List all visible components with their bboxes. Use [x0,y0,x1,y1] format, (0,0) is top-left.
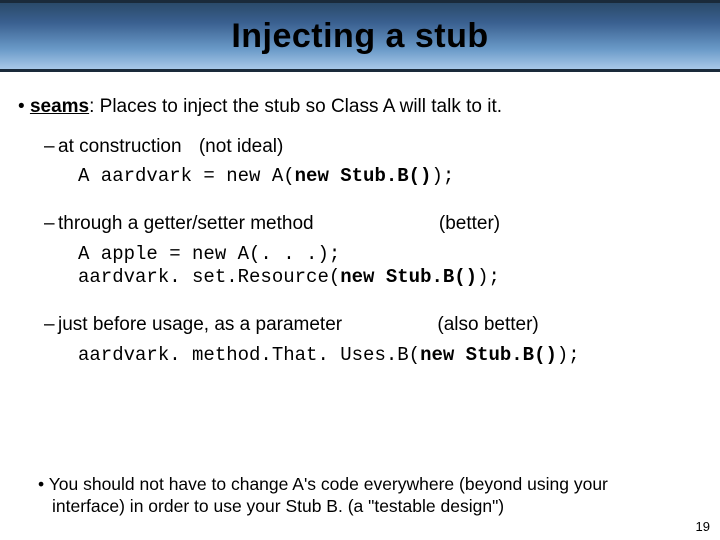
code-parameter: aardvark. method.That. Uses.B(new Stub.B… [78,344,702,368]
page-number: 19 [696,519,710,534]
footer-text: You should not have to change A's code e… [49,474,608,517]
title-bar: Injecting a stub [0,0,720,72]
slide-content: • seams: Places to inject the stub so Cl… [0,72,720,368]
item-setter-label: through a getter/setter method [58,213,314,234]
item-setter: –through a getter/setter method (better) [44,211,702,237]
item-parameter-label: just before usage, as a parameter [58,314,342,335]
bullet-seams: • seams: Places to inject the stub so Cl… [18,94,702,120]
item-setter-note: (better) [439,211,500,237]
item-construction-note: (not ideal) [199,134,284,160]
code-construction: A aardvark = new A(new Stub.B()); [78,165,702,189]
item-parameter: –just before usage, as a parameter (also… [44,312,702,338]
slide-title: Injecting a stub [231,17,488,56]
term-seams: seams [30,96,89,117]
item-construction: –at construction (not ideal) [44,134,702,160]
bullet-seams-text: : Places to inject the stub so Class A w… [89,96,502,117]
code-setter: A apple = new A(. . .); aardvark. set.Re… [78,243,702,291]
item-construction-label: at construction [58,136,182,157]
footer-note: • You should not have to change A's code… [38,473,682,519]
item-parameter-note: (also better) [437,312,538,338]
